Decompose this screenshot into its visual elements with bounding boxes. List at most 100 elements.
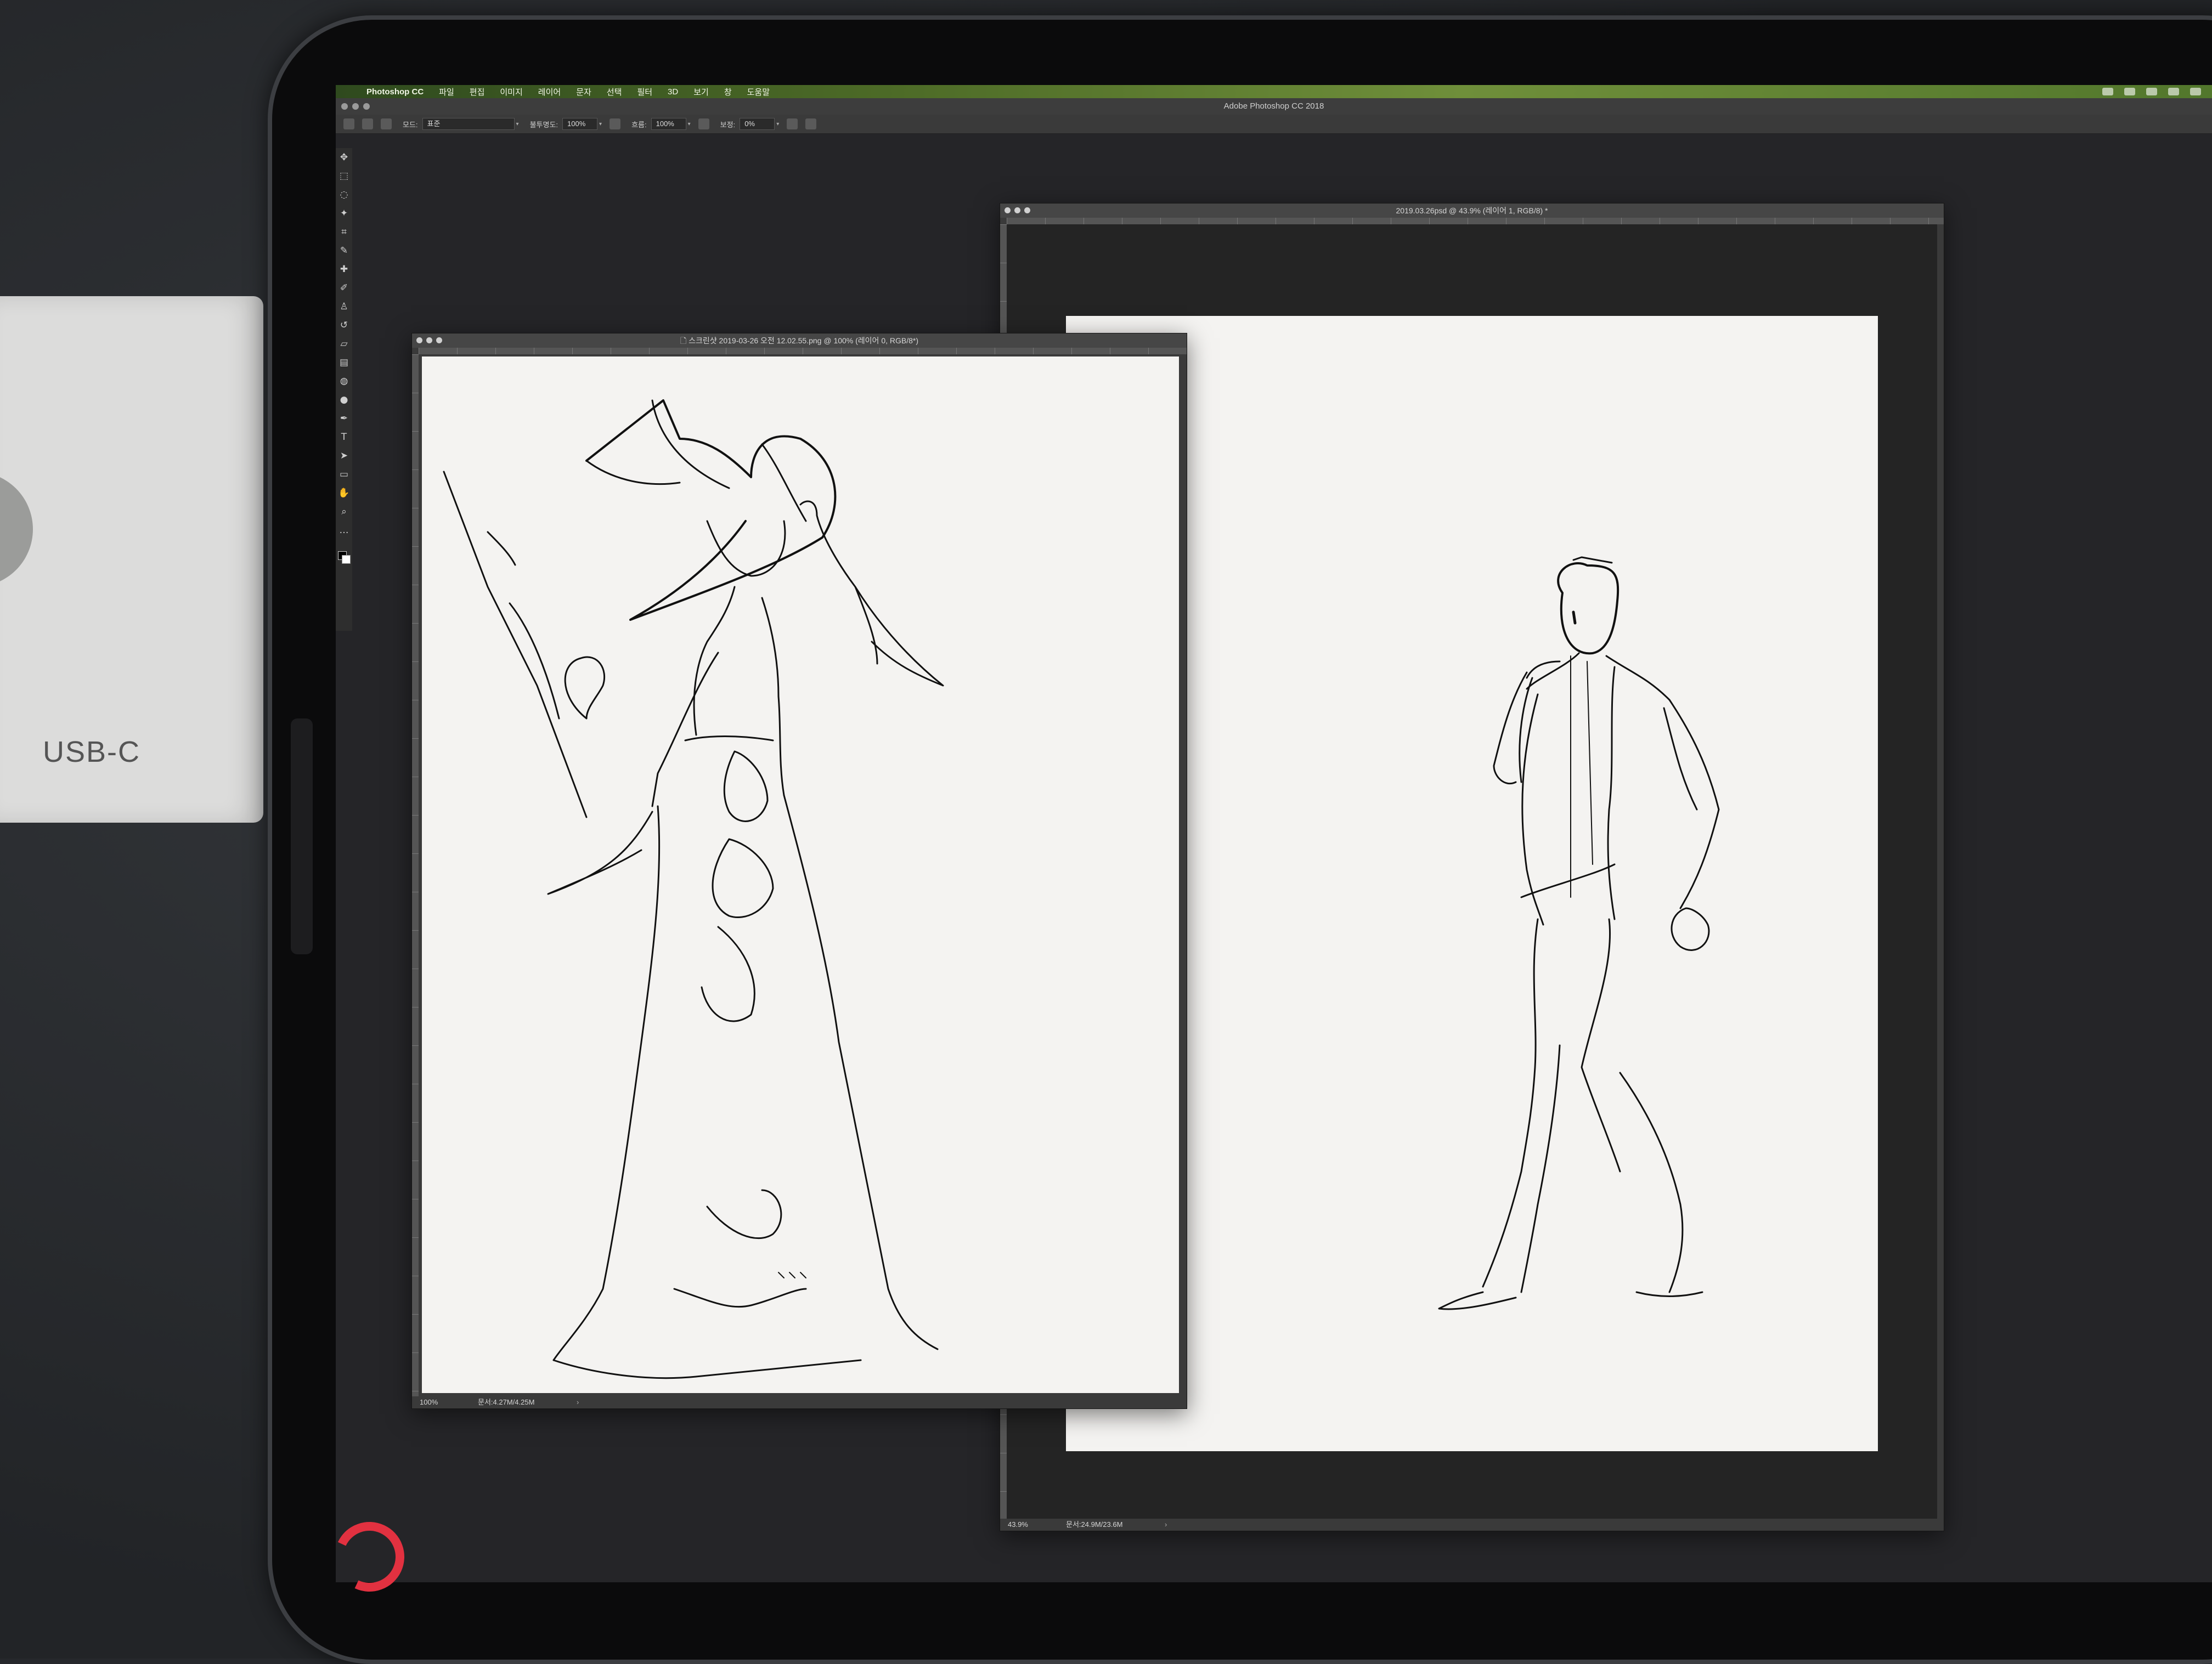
chevron-right-icon[interactable]: › [1165,1519,1167,1531]
pressure-opacity-icon[interactable] [610,118,621,129]
document-title-bar: 🗋 스크린샷 2019-03-26 오전 12.02.55.png @ 100%… [412,333,1187,348]
menu-help[interactable]: 도움말 [747,86,770,98]
menu-window[interactable]: 창 [724,86,732,98]
crop-tool-icon[interactable]: ⌗ [336,223,352,241]
window-minimize-button[interactable] [426,337,432,343]
flow-field[interactable]: 100% [651,118,686,130]
menu-select[interactable]: 선택 [607,86,622,98]
zoom-level[interactable]: 100% [420,1396,438,1408]
document-title: 2019.03.26psd @ 43.9% (레이어 1, RGB/8) * [1396,206,1548,215]
zoom-level[interactable]: 43.9% [1008,1519,1028,1531]
brush-size-icon[interactable] [362,118,373,129]
menu-edit[interactable]: 편집 [470,86,485,98]
gear-icon[interactable] [787,118,798,129]
menu-3d[interactable]: 3D [668,87,678,97]
airbrush-icon[interactable] [698,118,709,129]
document-status-bar: 100% 문서:4.27M/4.25M › [412,1396,1187,1408]
opacity-label: 불투명도: [529,120,558,129]
window-close-button[interactable] [341,103,348,110]
pen-tool-icon[interactable]: ✒ [336,409,352,428]
opacity-option: 불투명도: 100% ▾ [530,118,602,130]
canvas-right[interactable] [1066,316,1878,1451]
smoothing-option: 보정: 0% ▾ [720,118,779,130]
wifi-icon[interactable] [2168,88,2179,95]
document-status-bar: 43.9% 문서:24.9M/23.6M › [1000,1519,1944,1531]
menu-layer[interactable]: 레이어 [538,86,561,98]
window-close-button[interactable] [1005,207,1011,213]
window-close-button[interactable] [416,337,422,343]
chevron-down-icon[interactable]: ▾ [688,121,691,127]
tablet-screen: Photoshop CC 파일 편집 이미지 레이어 문자 선택 필터 3D 보… [336,85,2212,1582]
status-icons [2102,88,2201,95]
mode-option: 모드: 표준 ▾ [403,118,519,130]
brush-panel-icon[interactable] [381,118,392,129]
chevron-down-icon[interactable]: ▾ [776,121,779,127]
healing-brush-tool-icon[interactable]: ✚ [336,260,352,279]
hand-tool-icon[interactable]: ✋ [336,484,352,502]
ipad-side-connector [291,718,313,954]
status-icon-3[interactable] [2146,88,2157,95]
document-title: 스크린샷 2019-03-26 오전 12.02.55.png @ 100% (… [689,336,919,345]
battery-icon[interactable] [2190,88,2201,95]
canvas-left[interactable] [422,356,1179,1393]
tools-panel: ✥ ⬚ ◌ ✦ ⌗ ✎ ✚ ✐ ♙ ↺ ▱ ▤ ◍ ● ✒ T ➤ ▭ ✋ ⌕… [336,148,352,631]
dodge-tool-icon[interactable]: ● [336,390,352,409]
status-icon-2[interactable] [2124,88,2135,95]
magic-wand-tool-icon[interactable]: ✦ [336,204,352,223]
gradient-tool-icon[interactable]: ▤ [336,353,352,372]
chevron-down-icon[interactable]: ▾ [516,121,519,127]
zoom-tool-icon[interactable]: ⌕ [336,502,352,521]
document-size-info[interactable]: 문서:4.27M/4.25M [478,1396,534,1408]
smoothing-label: 보정: [720,120,736,129]
flow-label: 흐름: [631,120,647,129]
brush-tool-icon[interactable]: ✐ [336,279,352,297]
menu-file[interactable]: 파일 [439,86,454,98]
path-selection-tool-icon[interactable]: ➤ [336,446,352,465]
box-label: USB-C [43,735,141,768]
witch-line-art [443,399,944,1379]
marquee-tool-icon[interactable]: ⬚ [336,167,352,185]
type-tool-icon[interactable]: T [336,428,352,446]
document-title-bar: 2019.03.26psd @ 43.9% (레이어 1, RGB/8) * [1000,203,1944,218]
lasso-tool-icon[interactable]: ◌ [336,185,352,204]
window-zoom-button[interactable] [1024,207,1030,213]
clone-stamp-tool-icon[interactable]: ♙ [336,297,352,316]
window-zoom-button[interactable] [363,103,370,110]
background-color-swatch[interactable] [342,555,351,564]
menu-filter[interactable]: 필터 [637,86,652,98]
chevron-right-icon[interactable]: › [577,1396,579,1408]
window-minimize-button[interactable] [1014,207,1020,213]
opacity-field[interactable]: 100% [562,118,598,130]
brush-preset-icon[interactable] [343,118,354,129]
menu-app-name[interactable]: Photoshop CC [366,87,424,97]
app-title-bar: Adobe Photoshop CC 2018 [336,98,2212,115]
horizontal-ruler[interactable] [1007,218,1944,224]
menu-bar: Photoshop CC 파일 편집 이미지 레이어 문자 선택 필터 3D 보… [336,85,2212,98]
menu-type[interactable]: 문자 [576,86,591,98]
rectangle-tool-icon[interactable]: ▭ [336,465,352,484]
eyedropper-tool-icon[interactable]: ✎ [336,241,352,260]
horizontal-ruler[interactable] [419,348,1187,354]
move-tool-icon[interactable]: ✥ [336,148,352,167]
flow-option: 흐름: 100% ▾ [631,118,691,130]
menu-image[interactable]: 이미지 [500,86,522,98]
history-brush-tool-icon[interactable]: ↺ [336,316,352,335]
eraser-tool-icon[interactable]: ▱ [336,335,352,353]
options-bar: 모드: 표준 ▾ 불투명도: 100% ▾ 흐름: 100% ▾ 보정: 0% … [336,115,2212,134]
document-window-left: 🗋 스크린샷 2019-03-26 오전 12.02.55.png @ 100%… [411,333,1187,1409]
more-tools-icon[interactable]: … [336,521,352,540]
figure-gesture-sketch [1438,556,1720,1310]
window-zoom-button[interactable] [436,337,442,343]
box-logo [0,472,33,587]
smoothing-field[interactable]: 0% [740,118,775,130]
document-file-icon: 🗋 [680,336,689,345]
mode-select[interactable]: 표준 [422,118,515,130]
status-icon-1[interactable] [2102,88,2113,95]
vertical-ruler[interactable] [412,354,419,1396]
blur-tool-icon[interactable]: ◍ [336,372,352,390]
window-minimize-button[interactable] [352,103,359,110]
document-size-info[interactable]: 문서:24.9M/23.6M [1066,1519,1122,1531]
menu-view[interactable]: 보기 [693,86,709,98]
chevron-down-icon[interactable]: ▾ [599,121,602,127]
pressure-size-icon[interactable] [805,118,817,129]
